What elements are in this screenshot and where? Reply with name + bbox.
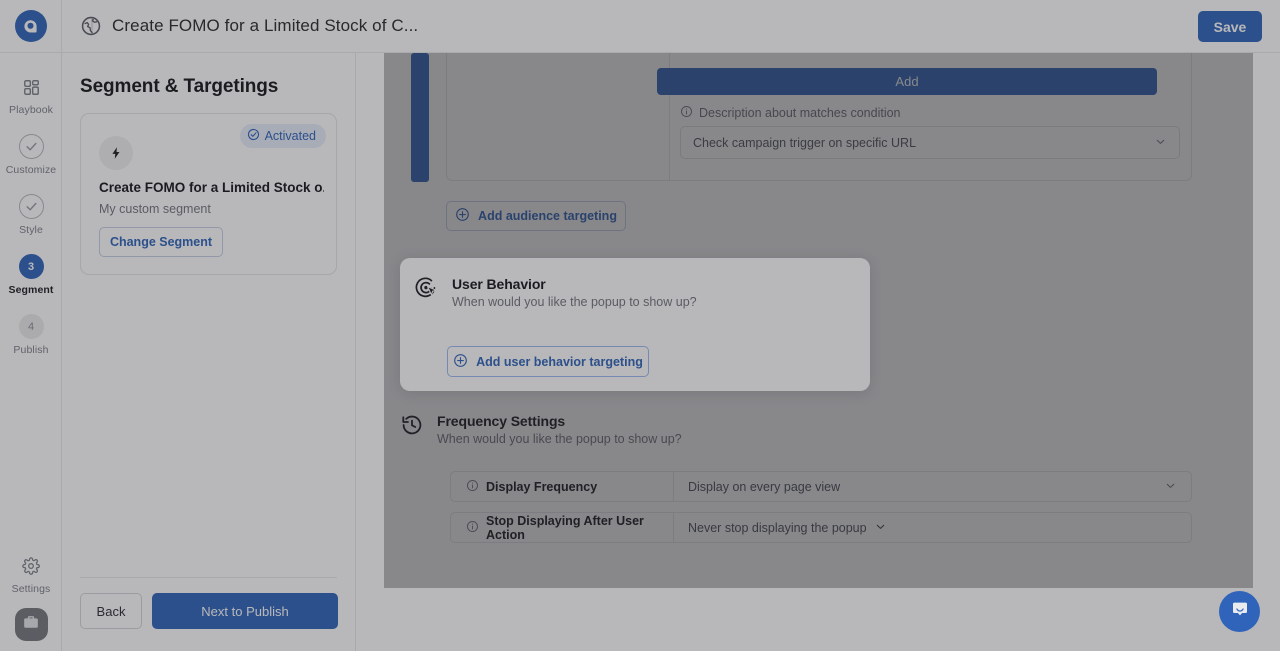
gear-icon — [19, 554, 43, 578]
cursor-click-target-icon — [415, 276, 439, 300]
stop-displaying-label-cell: Stop Displaying After User Action — [451, 512, 674, 543]
segment-panel: Segment & Targetings Activated Create FO… — [62, 53, 356, 651]
grid-icon — [19, 75, 43, 99]
brand-cell[interactable] — [0, 0, 62, 53]
info-icon — [466, 479, 479, 495]
frequency-settings-rows: Display Frequency Display on every page … — [450, 471, 1192, 553]
sidebar-item-segment[interactable]: 3 Segment — [0, 254, 62, 296]
back-button[interactable]: Back — [80, 593, 142, 629]
user-behavior-card: User Behavior When would you like the po… — [400, 258, 870, 391]
check-circle-icon — [18, 134, 44, 159]
segment-card: Activated Create FOMO for a Limited Stoc… — [80, 113, 337, 275]
globe-icon — [80, 15, 102, 37]
top-bar: Create FOMO for a Limited Stock of C... … — [0, 0, 1280, 53]
display-frequency-value: Display on every page view — [688, 479, 841, 494]
page-heading: Segment & Targetings — [80, 76, 279, 97]
condition-description: Description about matches condition — [680, 105, 901, 121]
frequency-settings-subtitle: When would you like the popup to show up… — [437, 432, 682, 446]
chevron-down-icon — [874, 520, 887, 536]
user-behavior-header: User Behavior When would you like the po… — [415, 276, 697, 309]
check-circle-icon — [18, 194, 44, 219]
stop-displaying-label: Stop Displaying After User Action — [486, 513, 644, 542]
step-number-badge: 3 — [18, 254, 44, 279]
chevron-down-icon — [1154, 135, 1167, 151]
stop-displaying-value: Never stop displaying the popup — [688, 520, 867, 535]
step-number-badge: 4 — [18, 314, 44, 339]
save-button[interactable]: Save — [1198, 11, 1262, 42]
history-clock-icon — [400, 413, 424, 437]
avatar[interactable] — [14, 608, 48, 641]
segment-name: Create FOMO for a Limited Stock o... — [99, 180, 324, 195]
rail-bottom-group: Settings — [0, 554, 62, 641]
frequency-settings-header: Frequency Settings When would you like t… — [400, 413, 682, 446]
sidebar-item-customize[interactable]: Customize — [0, 134, 62, 176]
stop-displaying-select[interactable]: Never stop displaying the popup — [674, 512, 1191, 543]
condition-left-column — [447, 53, 670, 180]
sidebar-item-label: Customize — [5, 164, 57, 176]
chat-widget-button[interactable] — [1219, 591, 1260, 632]
sidebar-item-settings[interactable]: Settings — [0, 554, 62, 595]
check-circle-icon — [247, 128, 260, 144]
panel-actions: Back Next to Publish — [80, 593, 338, 629]
page-title-group: Create FOMO for a Limited Stock of C... — [80, 15, 418, 37]
next-to-publish-button[interactable]: Next to Publish — [152, 593, 338, 629]
plus-circle-icon — [455, 207, 470, 225]
sidebar-item-label: Publish — [13, 344, 49, 356]
briefcase-avatar-icon — [22, 613, 40, 636]
chat-bubble-icon — [1230, 599, 1250, 624]
condition-group-bar — [411, 53, 429, 182]
frequency-settings-title: Frequency Settings — [437, 413, 566, 429]
panel-divider — [80, 577, 337, 578]
add-user-behavior-targeting-label: Add user behavior targeting — [476, 354, 643, 369]
status-badge: Activated — [239, 124, 326, 148]
url-trigger-select[interactable]: Check campaign trigger on specific URL — [680, 126, 1180, 159]
segment-subtitle: My custom segment — [99, 202, 211, 216]
page-title: Create FOMO for a Limited Stock of C... — [112, 16, 419, 35]
user-behavior-subtitle: When would you like the popup to show up… — [452, 295, 697, 309]
plus-circle-icon — [453, 353, 468, 371]
display-frequency-select[interactable]: Display on every page view — [674, 471, 1191, 502]
chevron-down-icon — [1164, 479, 1177, 495]
chat-bubble-logo-icon — [14, 10, 47, 42]
info-icon — [680, 105, 693, 121]
change-segment-button[interactable]: Change Segment — [99, 227, 223, 257]
display-frequency-row: Display Frequency Display on every page … — [450, 471, 1192, 502]
condition-description-text: Description about matches condition — [699, 106, 901, 120]
lightning-bolt-icon — [99, 136, 133, 170]
sidebar-item-label: Playbook — [9, 104, 53, 116]
sidebar-item-label: Segment — [8, 284, 54, 296]
add-user-behavior-targeting-button[interactable]: Add user behavior targeting — [447, 346, 649, 377]
app-root: Create FOMO for a Limited Stock of C... … — [0, 0, 1280, 651]
add-condition-button[interactable]: Add — [657, 68, 1157, 95]
sidebar-item-label: Style — [19, 224, 43, 236]
status-badge-label: Activated — [264, 129, 316, 143]
left-rail: Playbook Customize Style 3 Segment 4 Pub… — [0, 53, 62, 651]
user-behavior-title: User Behavior — [452, 276, 546, 292]
stop-displaying-row: Stop Displaying After User Action Never … — [450, 512, 1192, 543]
sidebar-item-playbook[interactable]: Playbook — [0, 75, 62, 116]
display-frequency-label: Display Frequency — [486, 479, 598, 494]
add-audience-targeting-label: Add audience targeting — [478, 209, 617, 223]
display-frequency-label-cell: Display Frequency — [451, 471, 674, 502]
sidebar-item-label: Settings — [11, 583, 51, 595]
content-panel: Add Description about matches condition … — [384, 53, 1253, 588]
add-audience-targeting-button[interactable]: Add audience targeting — [446, 201, 626, 231]
sidebar-item-publish[interactable]: 4 Publish — [0, 314, 62, 356]
sidebar-item-style[interactable]: Style — [0, 194, 62, 236]
url-trigger-select-value: Check campaign trigger on specific URL — [693, 135, 917, 150]
info-icon — [466, 520, 479, 536]
